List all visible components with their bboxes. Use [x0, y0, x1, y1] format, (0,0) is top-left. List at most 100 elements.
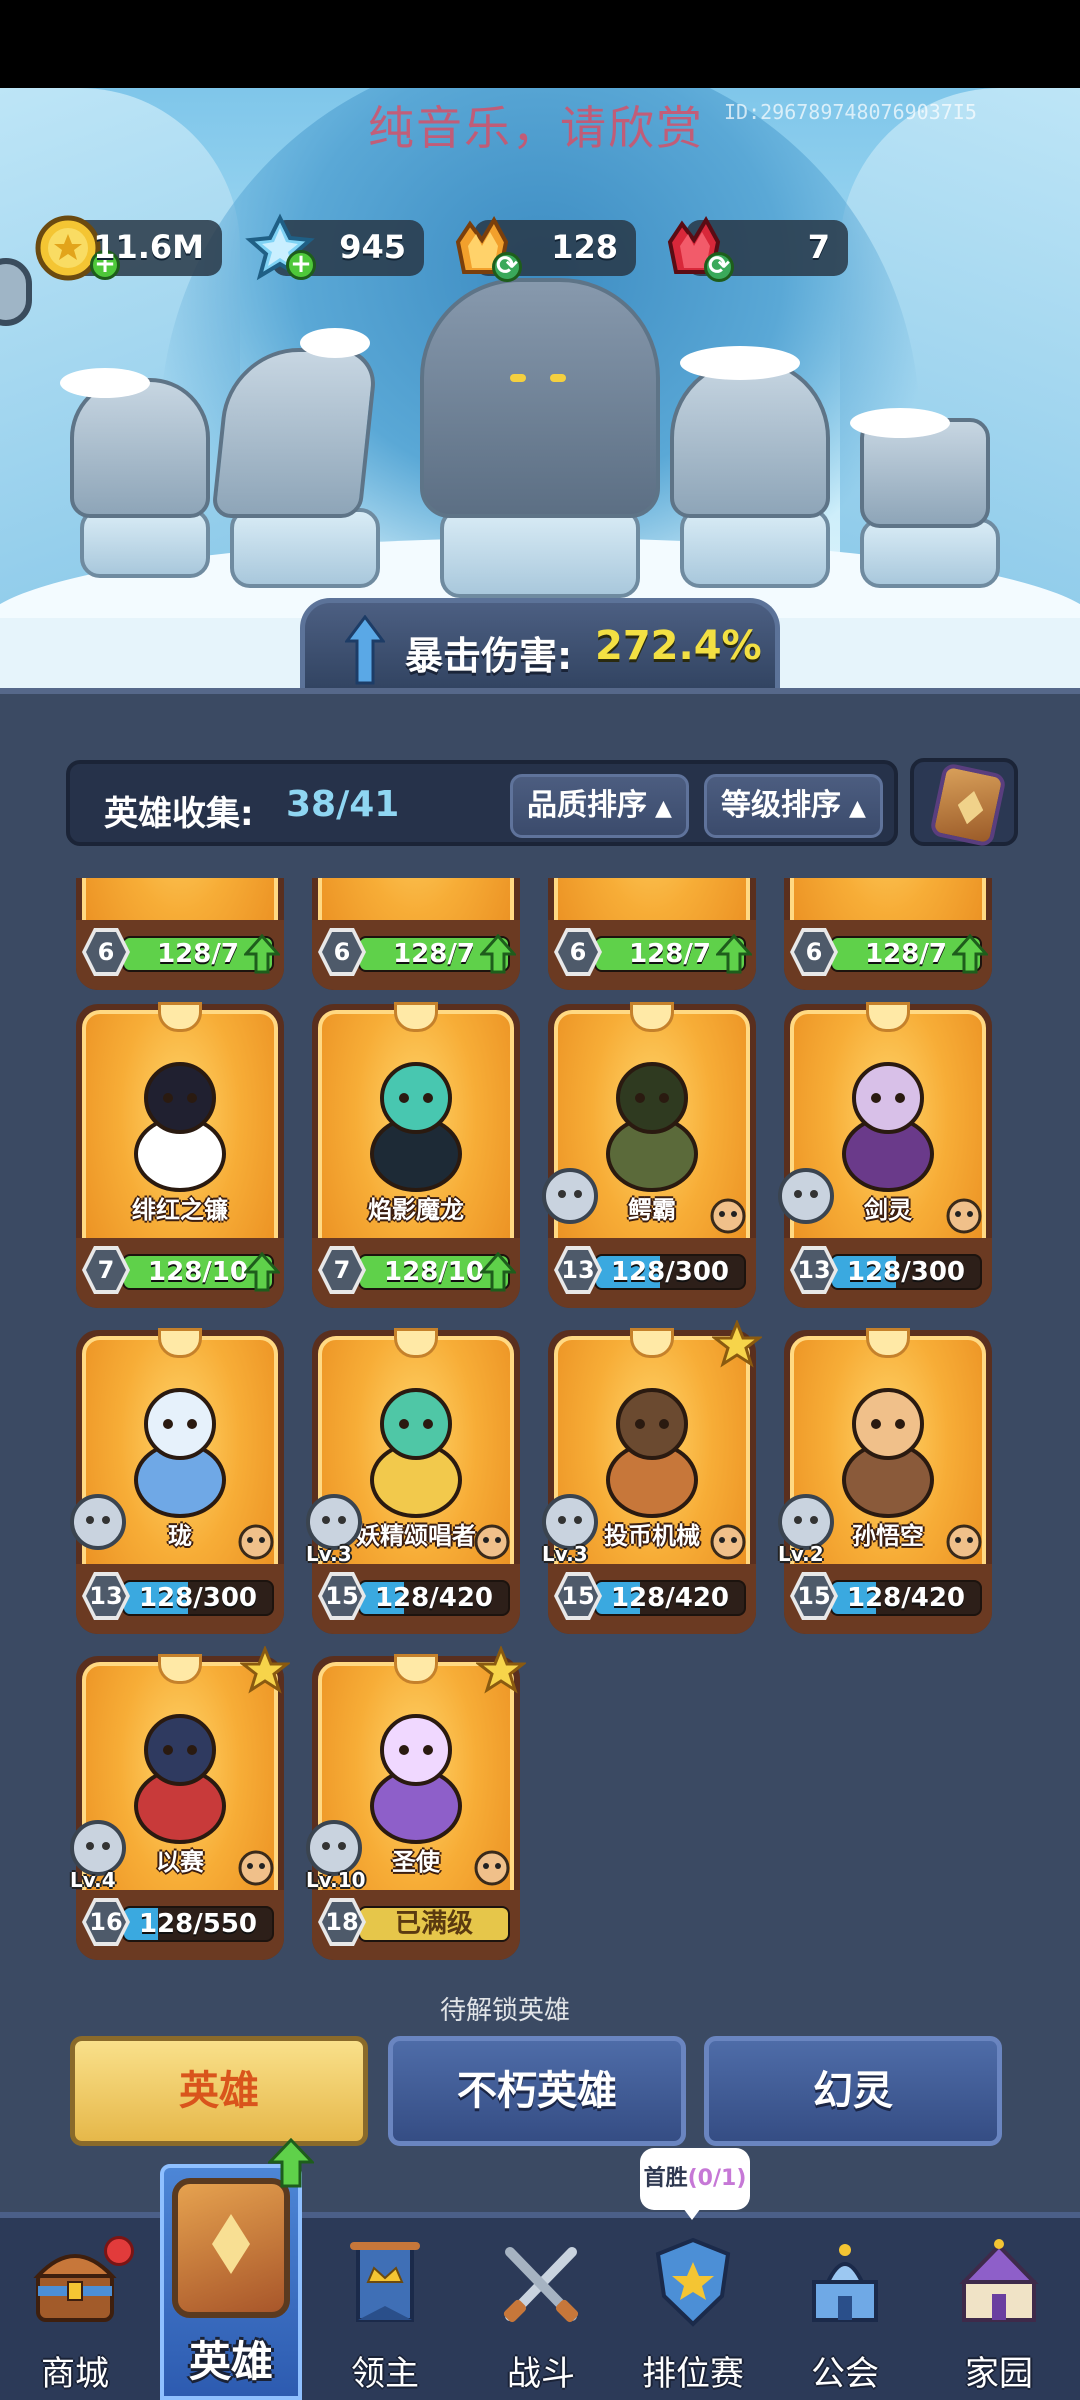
- hero-card[interactable]: 圣使 已满级 18 Lv.10: [306, 1646, 526, 1960]
- status-bar: [0, 0, 1080, 88]
- nav-lord[interactable]: 领主: [310, 2232, 460, 2400]
- nav-battle[interactable]: 战斗: [466, 2232, 616, 2400]
- nav-ranked[interactable]: 排位赛: [618, 2232, 768, 2400]
- upgrade-arrow-icon: [480, 1252, 516, 1292]
- hero-card[interactable]: 暗影猎手128/76: [76, 878, 284, 990]
- star-icon: [240, 1646, 290, 1694]
- hero-card[interactable]: 死灵坐骑128/76: [548, 878, 756, 990]
- mini-pet-icon: [474, 1524, 510, 1560]
- mini-pet-icon: [946, 1524, 982, 1560]
- hero-level: 15: [558, 1576, 598, 1616]
- pet-companion-icon: [542, 1168, 598, 1224]
- pet-companion-icon: [778, 1168, 834, 1224]
- tab-immortal-heroes[interactable]: 不朽英雄: [388, 2036, 686, 2146]
- hero-progress-text: 已满级: [394, 1909, 473, 1939]
- collection-label: 英雄收集:: [104, 794, 254, 834]
- gold-value: 11.6M: [93, 228, 204, 266]
- upgrade-arrow-icon: [480, 934, 516, 974]
- hero-level: 13: [558, 1250, 598, 1290]
- dragon-eye-left: [510, 374, 526, 382]
- hero-card[interactable]: 绯红之镰 128/10 7: [76, 1002, 284, 1308]
- collection-bar: 英雄收集: 38/41 品质排序 ▲ 等级排序 ▲: [66, 760, 898, 846]
- hero-card[interactable]: 以赛 128/550 16 Lv.4: [70, 1646, 290, 1960]
- hero-progress-text: 128/420: [610, 1583, 730, 1613]
- statue-warrior[interactable]: [70, 378, 210, 518]
- hero-level: 7: [322, 1250, 362, 1290]
- sort-level-button[interactable]: 等级排序 ▲: [704, 774, 883, 838]
- hero-card[interactable]: 投币机械 128/420 15 Lv.3: [542, 1320, 762, 1634]
- pet-level: Lv.2: [778, 1542, 824, 1566]
- pet-companion-icon: [70, 1494, 126, 1550]
- hero-progress-text: 128/420: [846, 1583, 966, 1613]
- resource-gold[interactable]: + 11.6M: [35, 215, 222, 281]
- pet-level: Lv.4: [70, 1868, 116, 1892]
- resource-orange-crystal[interactable]: ⟳ 128: [455, 215, 636, 282]
- hero-portrait-icon: [134, 1714, 226, 1844]
- hero-name: 焰影魔龙: [368, 1196, 464, 1224]
- hero-card[interactable]: 焰影魔龙 128/10 7: [312, 1002, 520, 1308]
- deck-button[interactable]: [910, 758, 1018, 848]
- upgrade-arrow-icon: [244, 1252, 280, 1292]
- mini-pet-icon: [474, 1850, 510, 1886]
- mini-pet-icon: [238, 1850, 274, 1886]
- tab-phantoms[interactable]: 幻灵: [704, 2036, 1002, 2146]
- star-icon: [476, 1646, 526, 1694]
- hero-progress-bar: 128/420: [830, 1580, 982, 1616]
- hero-card[interactable]: 灵128/76: [784, 878, 992, 990]
- hero-progress-text: 128/550: [138, 1909, 258, 1939]
- hero-portrait-icon: [842, 1062, 934, 1192]
- hero-card[interactable]: 孙悟空 128/420 15 Lv.2: [778, 1328, 992, 1634]
- hero-level: 7: [86, 1250, 126, 1290]
- red-crystal-value: 7: [807, 228, 830, 266]
- sort-quality-button[interactable]: 品质排序 ▲: [510, 774, 689, 838]
- hero-level: 6: [86, 932, 126, 972]
- hero-progress-bar: 已满级: [358, 1906, 510, 1942]
- pet-level: Lv.3: [306, 1542, 352, 1566]
- nav-home-label: 家园: [965, 2354, 1033, 2394]
- hero-level: 6: [794, 932, 834, 972]
- mini-pet-icon: [710, 1198, 746, 1234]
- upgrade-arrow-icon: [952, 934, 988, 974]
- hero-progress-text: 128/300: [610, 1257, 730, 1287]
- hero-progress-text: 128/420: [374, 1583, 494, 1613]
- exchange-orange-icon[interactable]: ⟳: [492, 252, 522, 282]
- crit-damage-label: 暴击伤害:: [405, 634, 573, 678]
- hero-progress-text: 128/300: [138, 1583, 258, 1613]
- diamond-value: 945: [339, 228, 406, 266]
- nav-lord-label: 领主: [351, 2354, 419, 2394]
- nav-hero[interactable]: 英雄: [160, 2138, 314, 2400]
- hero-portrait-icon: [134, 1388, 226, 1518]
- card-deck-icon: [929, 762, 1007, 848]
- hero-card-icon: [172, 2178, 290, 2318]
- hero-grid[interactable]: 暗影猎手128/76狮鹫128/76死灵坐骑128/76灵128/76 绯红之镰1…: [0, 878, 1080, 2008]
- tab-heroes[interactable]: 英雄: [70, 2036, 368, 2146]
- hero-level: 18: [322, 1902, 362, 1942]
- exchange-red-icon[interactable]: ⟳: [704, 252, 734, 282]
- mini-pet-icon: [238, 1524, 274, 1560]
- resource-red-crystal[interactable]: ⟳ 7: [667, 215, 848, 282]
- hero-card[interactable]: 鳄霸 128/300 13: [542, 1002, 756, 1308]
- nav-battle-label: 战斗: [507, 2354, 575, 2394]
- upgrade-arrow-icon: [716, 934, 752, 974]
- hero-card[interactable]: 狮鹫128/76: [312, 878, 520, 990]
- statue-dragon[interactable]: [420, 278, 660, 518]
- ranked-shield-icon: [655, 2237, 731, 2327]
- hero-level: 6: [558, 932, 598, 972]
- crit-damage-value: 272.4%: [595, 623, 762, 669]
- nav-hero-label: 英雄: [188, 2337, 273, 2386]
- hero-level: 13: [86, 1576, 126, 1616]
- hero-card[interactable]: 剑灵 128/300 13: [778, 1002, 992, 1308]
- nav-guild[interactable]: 公会: [770, 2232, 920, 2400]
- statue-mage[interactable]: [670, 358, 830, 518]
- star-icon: [712, 1320, 762, 1368]
- hero-card[interactable]: 妖精颂唱者 128/420 15 Lv.3: [306, 1328, 520, 1634]
- statue-pedestal: [80, 508, 210, 578]
- resource-diamond[interactable]: + 945: [245, 213, 424, 281]
- hero-portrait-icon: [134, 1062, 226, 1192]
- nav-home[interactable]: 家园: [924, 2232, 1074, 2400]
- add-diamond-icon[interactable]: +: [286, 250, 316, 280]
- hero-card[interactable]: 珑 128/300 13: [70, 1328, 284, 1634]
- palace-icon: [959, 2239, 1039, 2322]
- hero-portrait-icon: [370, 1714, 462, 1844]
- hero-progress-bar: 128/300: [830, 1254, 982, 1290]
